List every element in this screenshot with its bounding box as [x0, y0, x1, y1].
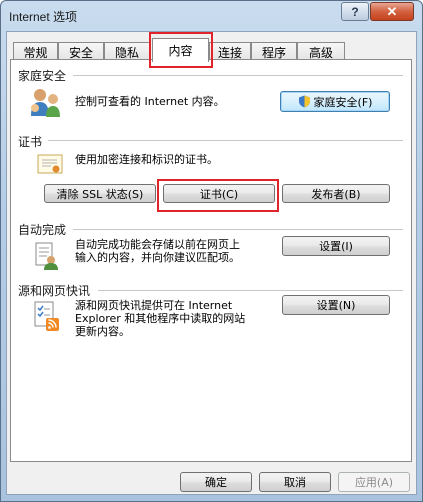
publishers-button[interactable]: 发布者(B) [282, 184, 390, 203]
apply-button[interactable]: 应用(A) [338, 472, 410, 492]
autocomplete-heading: 自动完成 [18, 223, 67, 237]
family-safety-button-label: 家庭安全(F) [313, 95, 373, 109]
feeds-description-line1: 源和网页快讯提供可在 Internet [75, 299, 233, 312]
certificates-description: 使用加密连接和标识的证书。 [75, 153, 218, 166]
certificates-heading: 证书 [18, 135, 43, 149]
feeds-divider [98, 290, 403, 291]
ok-button[interactable]: 确定 [180, 472, 252, 492]
feeds-heading: 源和网页快讯 [18, 284, 91, 298]
feeds-settings-button[interactable]: 设置(N) [282, 295, 390, 315]
autocomplete-icon [35, 242, 58, 270]
window-title: Internet 选项 [9, 10, 78, 24]
family-safety-description: 控制可查看的 Internet 内容。 [75, 95, 225, 108]
shield-icon [298, 95, 310, 108]
certificates-button[interactable]: 证书(C) [163, 184, 275, 203]
certificates-divider [48, 140, 403, 141]
autocomplete-description-line1: 自动完成功能会存储以前在网页上 [75, 238, 240, 251]
clear-ssl-state-button[interactable]: 清除 SSL 状态(S) [44, 184, 156, 203]
family-safety-button[interactable]: 家庭安全(F) [280, 91, 390, 112]
family-safety-divider [73, 75, 403, 76]
family-safety-icon [31, 89, 60, 117]
title-bar: Internet 选项 ? ✕ [1, 1, 422, 31]
feeds-icon [34, 301, 59, 331]
autocomplete-settings-button[interactable]: 设置(I) [282, 236, 390, 256]
autocomplete-description-line2: 输入的内容，并向你建议匹配项。 [75, 251, 240, 264]
help-icon: ? [351, 4, 359, 19]
help-button[interactable]: ? [341, 2, 369, 21]
autocomplete-divider [73, 229, 403, 230]
family-safety-heading: 家庭安全 [18, 69, 67, 83]
dialog-client-area: 常规 安全 隐私 内容 连接 程序 高级 家庭安全 控制可查看的 Interne… [6, 31, 417, 495]
certificate-icon [37, 154, 63, 174]
internet-options-window: Internet 选项 ? ✕ 常规 安全 隐私 内容 连接 程序 高级 家庭安… [0, 0, 423, 502]
tab-content[interactable]: 内容 [152, 38, 209, 62]
close-icon: ✕ [386, 3, 398, 19]
feeds-description-line3: 更新内容。 [75, 325, 130, 338]
close-button[interactable]: ✕ [370, 2, 414, 21]
feeds-description-line2: Explorer 和其他程序中读取的网站 [75, 312, 246, 325]
content-tab-panel: 家庭安全 控制可查看的 Internet 内容。 家庭安全(F) 证书 使用加密… [10, 59, 412, 462]
cancel-button[interactable]: 取消 [259, 472, 331, 492]
